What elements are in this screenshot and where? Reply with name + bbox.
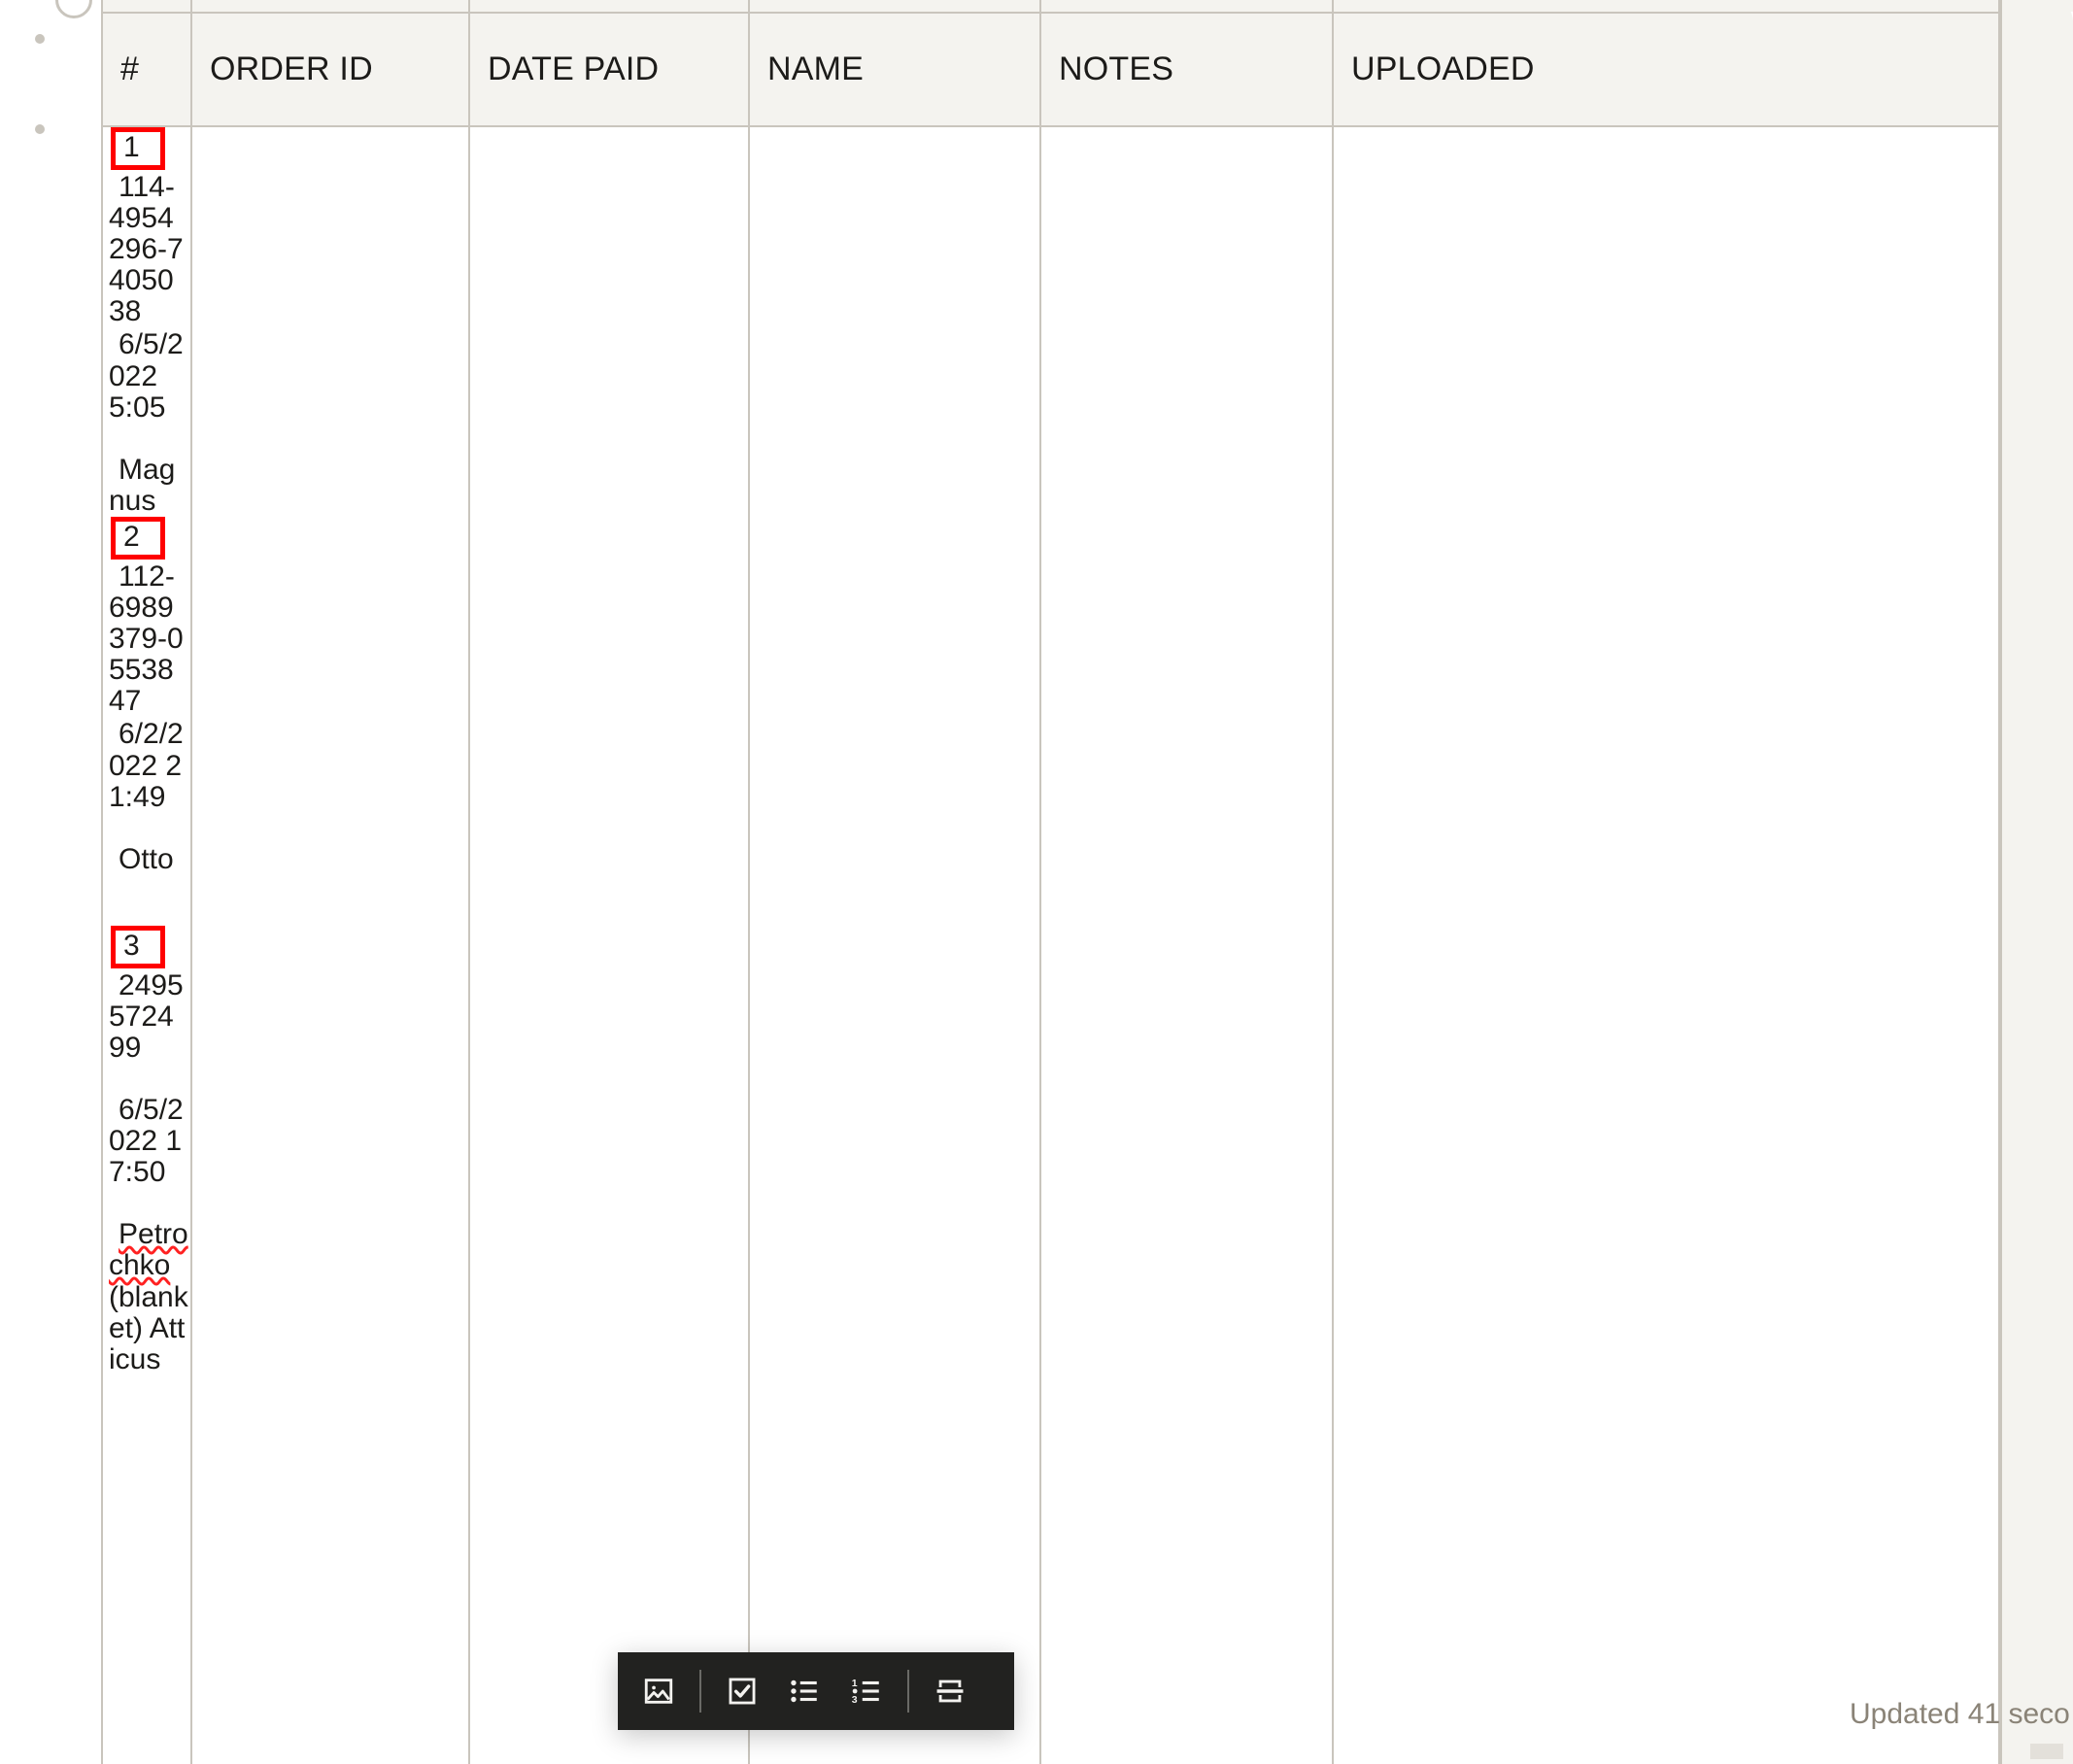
column-rail <box>192 0 468 12</box>
cell-date-paid-1[interactable]: 6/5/2022 5:05 <box>109 329 188 423</box>
checklist-button[interactable] <box>711 1652 773 1730</box>
insert-image-button[interactable] <box>628 1652 690 1730</box>
table-column-notes: NOTES <box>1041 0 1334 1764</box>
numbered-list-button[interactable]: 1 3 <box>835 1652 898 1730</box>
column-header-date-paid[interactable]: DATE PAID <box>470 12 748 127</box>
toolbar-separator <box>907 1670 909 1713</box>
column-body-uploaded[interactable] <box>1334 127 1998 1764</box>
cell-order-id-2[interactable]: 112-6989379-0553847 <box>109 560 188 717</box>
column-rail <box>750 0 1039 12</box>
column-rail <box>470 0 748 12</box>
cell-order-id-3[interactable]: 2495572499 <box>109 969 188 1064</box>
column-rail <box>103 0 190 12</box>
row-number-highlight-3[interactable]: 3 <box>111 925 165 968</box>
column-header-notes[interactable]: NOTES <box>1041 12 1332 127</box>
table-column-order-id: ORDER ID <box>192 0 470 1764</box>
circle-handle-icon[interactable] <box>55 0 92 18</box>
toolbar-separator <box>699 1670 701 1713</box>
bulleted-list-button[interactable] <box>773 1652 835 1730</box>
cell-gap <box>109 1188 188 1217</box>
left-gutter <box>0 0 101 1764</box>
column-body-date-paid[interactable] <box>470 127 748 1764</box>
page-break-button[interactable] <box>919 1652 981 1730</box>
row-number-highlight-2[interactable]: 2 <box>111 516 165 560</box>
checklist-icon <box>726 1675 759 1708</box>
bulleted-list-icon <box>788 1675 821 1708</box>
row-number-highlight-1[interactable]: 1 <box>111 127 165 170</box>
table-column-date-paid: DATE PAID <box>470 0 750 1764</box>
svg-text:3: 3 <box>852 1695 858 1706</box>
table-row[interactable]: 1 114-4954296-7405038 6/5/2022 5:05 Magn… <box>109 127 188 517</box>
scrollbar-thumb[interactable] <box>2030 1744 2063 1759</box>
cell-gap <box>109 813 188 842</box>
column-header-name[interactable]: NAME <box>750 12 1039 127</box>
table-row[interactable]: 3 2495572499 6/5/2022 17:50 Petrochko (b… <box>109 925 188 1375</box>
column-header-order-id[interactable]: ORDER ID <box>192 12 468 127</box>
updated-status: Updated 41 seco <box>1850 1698 2070 1730</box>
row-handle-dot-icon[interactable] <box>35 124 45 134</box>
column-header-num[interactable]: # <box>103 12 190 127</box>
cell-gap <box>109 1064 188 1093</box>
column-body-notes[interactable] <box>1041 127 1332 1764</box>
column-body-name[interactable] <box>750 127 1039 1764</box>
cell-date-paid-3[interactable]: 6/5/2022 17:50 <box>109 1094 188 1188</box>
table-column-uploaded: UPLOADED <box>1334 0 2000 1764</box>
cell-name-3[interactable]: Petrochko (blanket) Atticus <box>109 1219 188 1375</box>
column-body-order-id[interactable] <box>192 127 468 1764</box>
column-body-num[interactable]: 1 114-4954296-7405038 6/5/2022 5:05 Magn… <box>103 127 190 1764</box>
cell-name-1[interactable]: Magnus <box>109 454 188 517</box>
row-handle-dot-icon[interactable] <box>35 34 45 44</box>
num-column-cell-stack: 1 114-4954296-7405038 6/5/2022 5:05 Magn… <box>103 127 194 1375</box>
page-break-icon <box>934 1675 967 1708</box>
image-icon <box>642 1675 675 1708</box>
column-header-uploaded[interactable]: UPLOADED <box>1334 12 1998 127</box>
table-column-name: NAME <box>750 0 1041 1764</box>
formatting-toolbar: 1 3 <box>618 1652 1014 1730</box>
cell-gap <box>109 424 188 453</box>
svg-text:1: 1 <box>852 1679 858 1689</box>
column-rail <box>1041 0 1332 12</box>
cell-order-id-1[interactable]: 114-4954296-7405038 <box>109 171 188 327</box>
table-row[interactable]: 2 112-6989379-0553847 6/2/2022 21:49 Ott… <box>109 516 188 926</box>
cell-date-paid-2[interactable]: 6/2/2022 21:49 <box>109 719 188 812</box>
cell-gap <box>109 875 188 926</box>
numbered-list-icon: 1 3 <box>850 1675 883 1708</box>
table-grid: # 1 114-4954296-7405038 6/5/2022 5:05 Ma… <box>101 0 2073 1764</box>
table-right-rail <box>2000 0 2073 1764</box>
data-table: # 1 114-4954296-7405038 6/5/2022 5:05 Ma… <box>101 0 2073 1764</box>
spreadsheet-page: # 1 114-4954296-7405038 6/5/2022 5:05 Ma… <box>0 0 2073 1764</box>
column-rail <box>1334 0 1998 12</box>
cell-name-2[interactable]: Otto <box>109 843 188 875</box>
table-column-num: # 1 114-4954296-7405038 6/5/2022 5:05 Ma… <box>101 0 192 1764</box>
